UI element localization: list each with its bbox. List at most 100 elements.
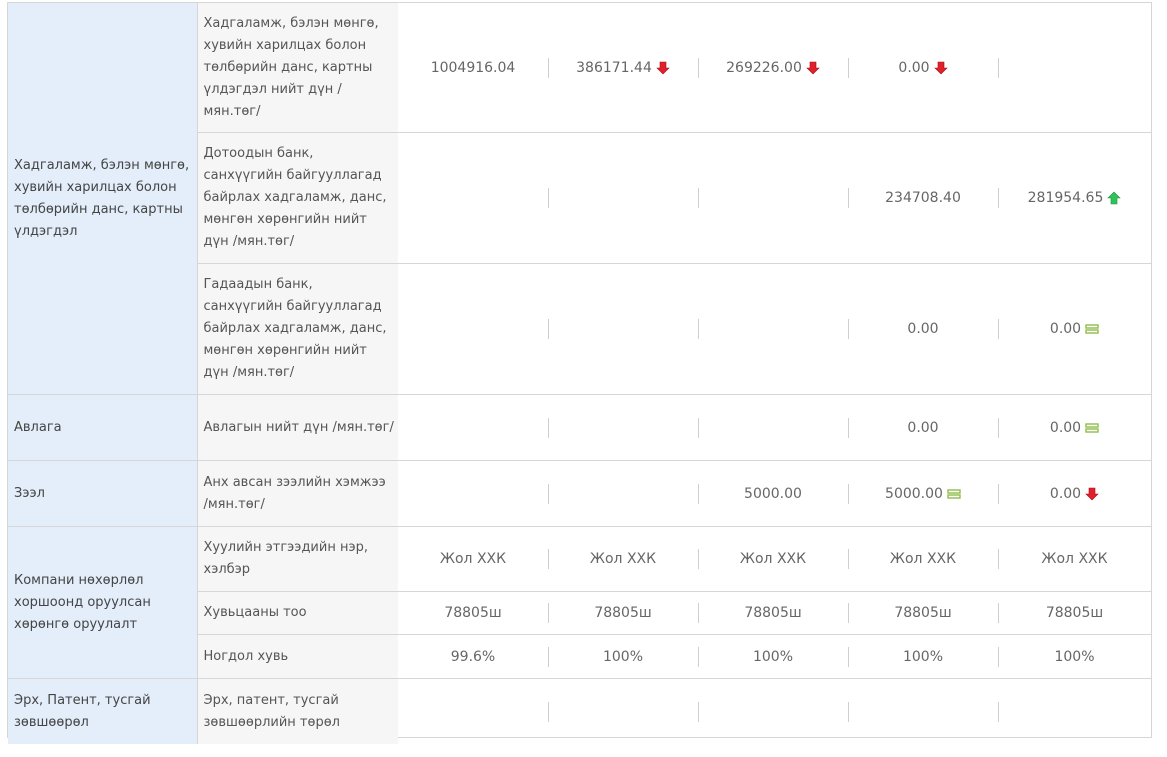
value-cell: 78805ш	[398, 591, 548, 635]
category-cell: Компани нөхөрлөл хоршоонд оруулсан хөрөн…	[8, 526, 198, 679]
value-cell	[998, 679, 1151, 745]
value-text: 99.6%	[450, 648, 496, 665]
value-cell: 5000.00	[848, 460, 998, 527]
row-label: Хадгаламж, бэлэн мөнгө, хувийн харилцах …	[197, 3, 398, 133]
value-cell: 0.00	[998, 263, 1151, 395]
value-cell	[698, 132, 848, 264]
value-text: 100%	[602, 648, 644, 665]
row-label: Анх авсан зээлийн хэмжээ /мян.төг/	[197, 460, 398, 527]
row-label: Гадаадын банк, санхүүгийн байгууллагад б…	[197, 263, 398, 395]
value-cell: Жол ХХК	[848, 526, 998, 592]
category-cell: Авлага	[8, 394, 198, 461]
value-cell	[398, 394, 548, 461]
red-down-arrow-icon	[656, 61, 670, 75]
red-down-arrow-icon	[806, 61, 820, 75]
row-label: Дотоодын банк, санхүүгийн байгууллагад б…	[197, 132, 398, 264]
value-cell: 99.6%	[398, 634, 548, 679]
value-cell	[548, 679, 698, 745]
category-cell: Эрх, Патент, тусгай зөвшөөрөл	[8, 678, 198, 744]
equal-icon	[1085, 421, 1099, 435]
value-cell: 269226.00	[698, 3, 848, 133]
value-text: 269226.00	[726, 59, 802, 76]
value-text: 5000.00	[885, 485, 943, 502]
value-cell: 0.00	[998, 460, 1151, 527]
value-cell: 100%	[548, 634, 698, 679]
value-text: 0.00	[907, 321, 939, 337]
value-cell: 0.00	[998, 394, 1151, 461]
value-cell	[998, 3, 1151, 133]
table-row: Хадгаламж, бэлэн мөнгө, хувийн харилцах …	[8, 3, 1151, 395]
value-text: 0.00	[1049, 485, 1082, 502]
value-cell	[398, 132, 548, 264]
value-text: 78805ш	[894, 605, 952, 621]
value-cell	[848, 679, 998, 745]
value-text: Жол ХХК	[889, 551, 957, 567]
value-text: Жол ХХК	[739, 551, 807, 567]
declaration-table-container: Хадгаламж, бэлэн мөнгө, хувийн харилцах …	[7, 2, 1152, 744]
red-down-arrow-icon	[933, 61, 948, 75]
value-text: Жол ХХК	[589, 551, 657, 567]
green-up-arrow-icon	[1107, 191, 1122, 205]
table-row: Зээл Анх авсан зээлийн хэмжээ /мян.төг/ …	[8, 460, 1151, 527]
value-text: 281954.65	[1027, 190, 1104, 206]
category-cell: Зээл	[8, 460, 198, 527]
table-row: Эрх, Патент, тусгай зөвшөөрөл Эрх, патен…	[8, 678, 1151, 745]
value-cell: 281954.65	[998, 132, 1151, 264]
value-text: 0.00	[1049, 321, 1082, 337]
value-cell: 100%	[998, 634, 1151, 679]
value-cell: 386171.44	[548, 3, 698, 133]
equal-icon	[1085, 322, 1099, 336]
value-cell: 0.00	[848, 3, 998, 133]
value-text: 0.00	[898, 59, 930, 76]
value-cell	[548, 460, 698, 527]
category-cell: Хадгаламж, бэлэн мөнгө, хувийн харилцах …	[8, 3, 198, 395]
value-cell: 78805ш	[848, 591, 998, 635]
value-cell: 0.00	[848, 263, 998, 395]
value-cell: 78805ш	[998, 591, 1151, 635]
value-cell: 78805ш	[698, 591, 848, 635]
value-cell	[398, 679, 548, 745]
value-text: 78805ш	[594, 605, 652, 621]
row-label: Ногдол хувь	[197, 634, 398, 679]
value-cell	[698, 394, 848, 461]
value-cell: 78805ш	[548, 591, 698, 635]
row-label: Хувьцааны тоо	[197, 591, 398, 635]
value-text: 100%	[752, 648, 794, 665]
value-cell	[398, 460, 548, 527]
value-cell	[698, 263, 848, 395]
value-text: 100%	[902, 648, 944, 665]
row-label: Эрх, патент, тусгай зөвшөөрлийн төрөл	[197, 678, 398, 744]
value-text: 0.00	[907, 419, 939, 436]
value-cell: Жол ХХК	[548, 526, 698, 592]
value-cell	[698, 679, 848, 745]
value-cell: 234708.40	[848, 132, 998, 264]
red-down-arrow-icon	[1085, 487, 1099, 501]
value-cell: 1004916.04	[398, 3, 548, 133]
declaration-table: Хадгаламж, бэлэн мөнгө, хувийн харилцах …	[8, 3, 1151, 744]
row-label: Авлагын нийт дүн /мян.төг/	[197, 394, 398, 461]
table-row: Компани нөхөрлөл хоршоонд оруулсан хөрөн…	[8, 526, 1151, 679]
value-cell	[548, 132, 698, 264]
value-text: Жол ХХК	[439, 551, 507, 567]
value-cell: 0.00	[848, 394, 998, 461]
value-text: Жол ХХК	[1041, 551, 1108, 567]
value-text: 78805ш	[744, 605, 802, 621]
value-cell: 5000.00	[698, 460, 848, 527]
value-text: 0.00	[1049, 419, 1082, 436]
value-cell: 100%	[848, 634, 998, 679]
value-cell: Жол ХХК	[398, 526, 548, 592]
value-text: 1004916.04	[430, 59, 516, 76]
value-cell: Жол ХХК	[698, 526, 848, 592]
value-text: 234708.40	[885, 190, 961, 206]
table-row: Авлага Авлагын нийт дүн /мян.төг/ 0.00 0…	[8, 394, 1151, 461]
value-text: 78805ш	[1045, 605, 1104, 621]
value-cell	[548, 263, 698, 395]
value-cell: 100%	[698, 634, 848, 679]
value-text: 5000.00	[744, 485, 802, 502]
equal-icon	[947, 487, 961, 501]
value-cell	[548, 394, 698, 461]
row-label: Хуулийн этгээдийн нэр, хэлбэр	[197, 526, 398, 592]
value-text: 78805ш	[444, 605, 502, 621]
value-cell	[398, 263, 548, 395]
value-text: 100%	[1054, 648, 1095, 665]
